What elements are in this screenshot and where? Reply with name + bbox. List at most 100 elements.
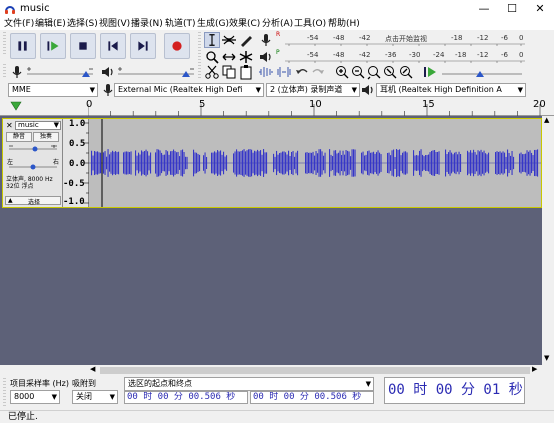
scroll-right-icon[interactable]: ▶	[532, 365, 537, 373]
vertical-scrollbar[interactable]: ▲ ▼	[542, 116, 554, 365]
zoom-tool[interactable]	[204, 49, 220, 65]
menu-transport[interactable]: 播录(N)	[131, 18, 163, 30]
menu-edit[interactable]: 编辑(E)	[35, 18, 66, 30]
toolbar: R -54 -48 -42 点击开始监视 -18 -12 -6 0 P -54 …	[0, 30, 554, 82]
waveform-sample	[129, 152, 131, 174]
menu-generate[interactable]: 生成(G)	[197, 18, 229, 30]
waveform-sample	[347, 150, 349, 176]
undo-icon	[296, 69, 308, 74]
collapse-icon[interactable]: ▲	[8, 197, 13, 204]
undo-button[interactable]	[294, 64, 310, 80]
zoom-out-button[interactable]	[350, 64, 366, 80]
waveform-sample	[292, 150, 294, 176]
menu-tracks[interactable]: 轨道(T)	[165, 18, 196, 30]
scroll-thumb[interactable]	[100, 367, 530, 374]
scroll-down-icon[interactable]: ▼	[544, 354, 549, 362]
scroll-left-icon[interactable]: ◀	[90, 365, 95, 373]
zoom-toggle-icon	[400, 66, 413, 79]
multi-tool[interactable]	[238, 49, 254, 65]
envelope-tool[interactable]	[221, 32, 237, 48]
waveform-sample	[196, 152, 198, 174]
fit-project-button[interactable]	[382, 64, 398, 80]
waveform-sample	[115, 151, 117, 175]
track-panel[interactable]: ✕ music ▼ 静音 独奏 左 右 立体声, 8000 Hz 32位 浮点 ▲…	[0, 116, 554, 365]
audio-track[interactable]: ✕ music ▼ 静音 独奏 左 右 立体声, 8000 Hz 32位 浮点 ▲…	[2, 118, 542, 208]
menu-select[interactable]: 选择(S)	[67, 18, 98, 30]
record-button[interactable]	[164, 33, 190, 59]
audio-host-select[interactable]: MME ▼	[8, 83, 98, 97]
waveform[interactable]	[89, 119, 541, 207]
output-volume-slider[interactable]	[116, 65, 196, 79]
play-at-speed-button[interactable]	[422, 64, 438, 80]
menu-file[interactable]: 文件(F)	[4, 18, 34, 30]
waveform-sample	[393, 149, 395, 177]
silence-button[interactable]	[276, 64, 292, 80]
paste-button[interactable]	[238, 64, 254, 80]
copy-button[interactable]	[221, 64, 237, 80]
timeline-options-icon[interactable]	[10, 101, 22, 114]
waveform-sample	[332, 156, 334, 170]
track-name-menu[interactable]: music ▼	[15, 121, 61, 130]
solo-button[interactable]: 独奏	[33, 132, 59, 142]
waveform-sample	[297, 150, 299, 176]
play-button[interactable]	[40, 33, 66, 59]
gain-slider[interactable]	[7, 144, 59, 157]
toolbar-grip[interactable]	[3, 32, 6, 56]
stop-button[interactable]	[70, 33, 96, 59]
redo-button[interactable]	[310, 64, 326, 80]
menu-effect[interactable]: 效果(C)	[229, 18, 260, 30]
menu-view[interactable]: 视图(V)	[99, 18, 130, 30]
project-rate-label: 项目采样率 (Hz)	[10, 379, 69, 388]
amplitude-scale[interactable]: 1.0 0.5 0.0 -0.5 -1.0	[63, 119, 89, 207]
waveform-sample	[109, 154, 111, 172]
track-close-icon[interactable]: ✕	[6, 121, 13, 130]
mixer-grip[interactable]	[3, 64, 6, 78]
play-scale-label: -18	[455, 51, 467, 59]
maximize-button[interactable]: ☐	[498, 0, 526, 18]
play-speed-slider[interactable]	[440, 65, 524, 79]
draw-tool[interactable]	[238, 32, 254, 48]
skip-end-button[interactable]	[130, 33, 156, 59]
output-device-select[interactable]: 耳机 (Realtek High Definition A ▼	[376, 83, 526, 97]
channels-select[interactable]: 2 (立体声) 录制声道 ▼	[266, 83, 360, 97]
timeshift-tool[interactable]	[221, 49, 237, 65]
pause-button[interactable]	[10, 33, 36, 59]
selection-grip[interactable]	[3, 378, 6, 406]
horizontal-scrollbar[interactable]: ◀ ▶	[0, 365, 554, 376]
close-button[interactable]: ✕	[526, 0, 554, 18]
select-track-button[interactable]: ▲ 选择	[5, 196, 61, 206]
play-meter-button[interactable]	[258, 49, 274, 65]
waveform-sample	[224, 156, 226, 170]
waveform-sample	[254, 150, 256, 176]
project-rate-select[interactable]: 8000 ▼	[10, 390, 60, 404]
zoom-in-button[interactable]	[334, 64, 350, 80]
record-meter-button[interactable]	[258, 32, 274, 48]
menu-help[interactable]: 帮助(H)	[328, 18, 360, 30]
zoom-fit-icon	[384, 66, 397, 79]
minimize-button[interactable]: —	[470, 0, 498, 18]
play-meter[interactable]: -54 -48 -42 -36 -30 -24 -18 -12 -6 0	[285, 50, 525, 64]
scroll-up-icon[interactable]: ▲	[544, 116, 549, 124]
selection-start-field[interactable]: 00 时 00 分 00.506 秒	[124, 391, 248, 404]
record-meter[interactable]: -54 -48 -42 点击开始监视 -18 -12 -6 0	[285, 33, 525, 47]
pan-slider[interactable]	[7, 163, 59, 171]
selection-tool[interactable]	[204, 32, 220, 48]
mute-button[interactable]: 静音	[6, 132, 32, 142]
cut-button[interactable]	[204, 64, 220, 80]
input-device-select[interactable]: External Mic (Realtek High Defi ▼	[114, 83, 264, 97]
selection-mode-select[interactable]: 选区的起点和终点 ▼	[124, 377, 374, 391]
monitor-hint[interactable]: 点击开始监视	[385, 34, 427, 44]
menu-analyze[interactable]: 分析(A)	[262, 18, 293, 30]
waveform-sample	[308, 152, 310, 174]
selection-end-field[interactable]: 00 时 00 分 00.506 秒	[250, 391, 374, 404]
input-volume-slider[interactable]	[25, 65, 95, 79]
zoom-toggle-button[interactable]	[398, 64, 414, 80]
trim-button[interactable]	[258, 64, 274, 80]
snap-select[interactable]: 关闭 ▼	[72, 390, 118, 404]
menu-tools[interactable]: 工具(O)	[294, 18, 326, 30]
fit-selection-button[interactable]	[366, 64, 382, 80]
skip-start-button[interactable]	[100, 33, 126, 59]
audio-position-display[interactable]: 00 时 00 分 01 秒	[384, 377, 525, 404]
timeline-ruler[interactable]: 0 5 10 15 20	[0, 98, 554, 116]
tools-grip[interactable]	[198, 32, 201, 78]
